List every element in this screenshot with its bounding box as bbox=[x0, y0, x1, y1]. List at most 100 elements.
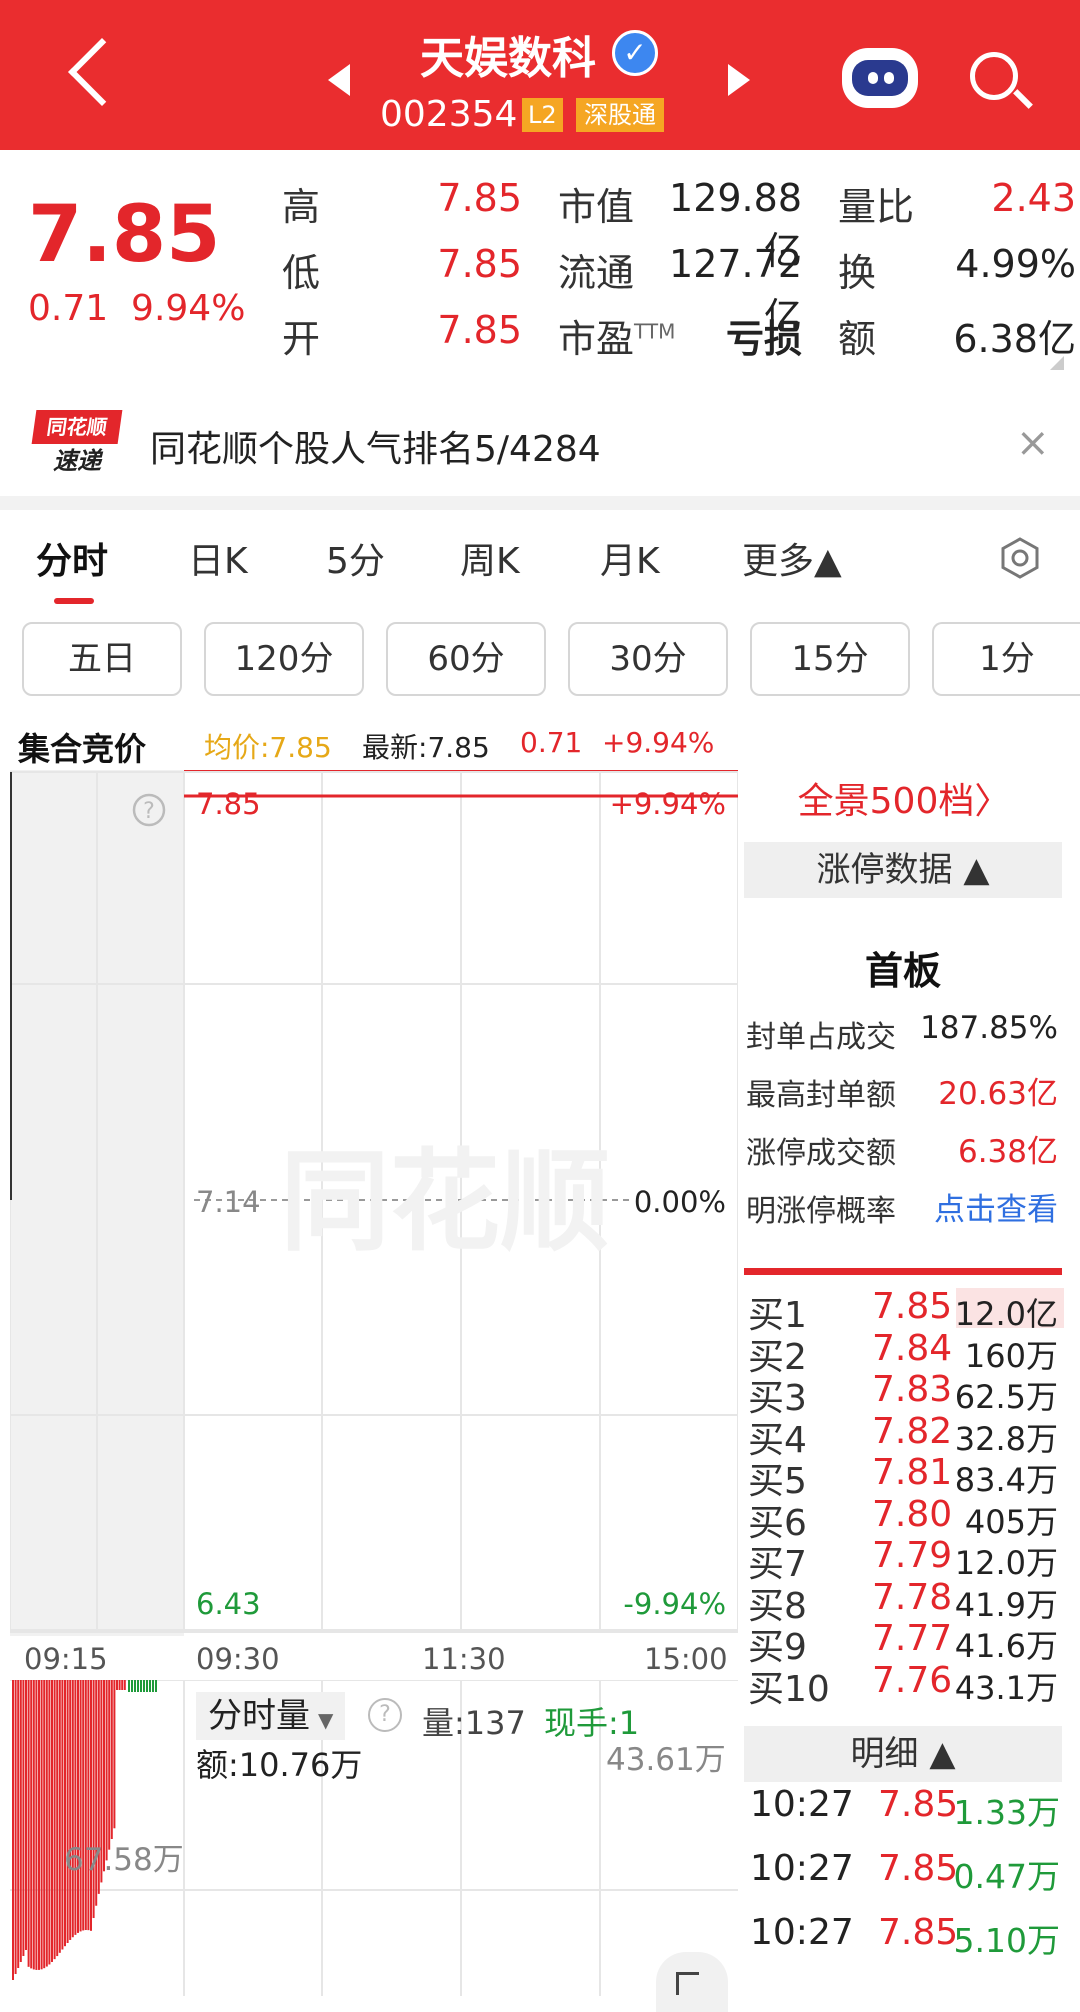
fullscreen-button[interactable] bbox=[656, 1952, 728, 2012]
tab-intraday[interactable]: 分时 bbox=[36, 532, 108, 584]
connect-badge: 深股通 bbox=[576, 98, 664, 132]
help-icon-glyph: ? bbox=[143, 799, 155, 824]
auction-volume-bars bbox=[12, 1680, 157, 1980]
bar-change-value: 0.71 bbox=[520, 726, 583, 759]
quote-label-mktcap: 市值 bbox=[558, 185, 635, 229]
check-probability-link[interactable]: 点击查看 bbox=[934, 1184, 1058, 1229]
auction-volume-bar bbox=[27, 1680, 30, 1967]
stat-value: 6.38亿 bbox=[957, 1134, 1058, 1170]
back-arrow-icon[interactable] bbox=[68, 38, 136, 106]
bid-volume: 32.8万 bbox=[954, 1419, 1058, 1458]
tab-monthly-k[interactable]: 月K bbox=[600, 532, 660, 584]
quote-value-high: 7.85 bbox=[437, 176, 522, 220]
bid-price: 7.83 bbox=[872, 1369, 953, 1410]
period-120min-button[interactable]: 120分 bbox=[204, 622, 364, 696]
panorama-500-link[interactable]: 全景500档〉 bbox=[746, 772, 1062, 828]
detail-volume: 0.47万 bbox=[953, 1857, 1060, 1896]
detail-time: 10:27 bbox=[750, 1912, 854, 1953]
volume-type-label: 分时量 bbox=[208, 1696, 310, 1736]
period-15min-button[interactable]: 15分 bbox=[750, 622, 910, 696]
quote-label-volratio: 量比 bbox=[838, 185, 915, 229]
period-60min-button[interactable]: 60分 bbox=[386, 622, 546, 696]
watermark-text: 同花顺 bbox=[280, 1138, 610, 1266]
y-label-top-price: 7.85 bbox=[196, 787, 261, 821]
close-icon[interactable]: × bbox=[1016, 420, 1050, 466]
bid-price: 7.84 bbox=[872, 1327, 953, 1369]
auction-volume-bar bbox=[71, 1680, 74, 1938]
quote-label-low: 低 bbox=[282, 251, 321, 295]
period-1min-button[interactable]: 1分 bbox=[932, 622, 1080, 696]
period-30min-button[interactable]: 30分 bbox=[568, 622, 728, 696]
bid-price: 7.81 bbox=[872, 1452, 953, 1493]
auction-volume-bar bbox=[35, 1680, 38, 1970]
bid-volume: 43.1万 bbox=[954, 1668, 1058, 1707]
quote-value-pe: 亏损 bbox=[725, 317, 802, 361]
auction-volume-bar bbox=[121, 1680, 124, 1690]
next-stock-icon[interactable] bbox=[728, 64, 750, 96]
assistant-robot-icon[interactable] bbox=[842, 48, 918, 108]
x-label-1130: 11:30 bbox=[422, 1642, 506, 1676]
tab-5min[interactable]: 5分 bbox=[326, 532, 385, 584]
bid-volume: 12.0万 bbox=[954, 1544, 1058, 1582]
auction-volume-bar-green bbox=[137, 1680, 139, 1692]
bid-price: 7.77 bbox=[872, 1618, 953, 1659]
quote-value-open: 7.85 bbox=[437, 308, 522, 352]
search-icon-handle bbox=[1013, 89, 1033, 109]
quote-label-float: 流通 bbox=[558, 251, 635, 295]
auction-volume-bar bbox=[48, 1680, 51, 1965]
y-label-bottom-price: 6.43 bbox=[196, 1587, 261, 1621]
tab-more[interactable]: 更多▲ bbox=[742, 532, 842, 584]
detail-price: 7.85 bbox=[878, 1784, 959, 1825]
bid-price: 7.76 bbox=[872, 1659, 953, 1701]
stat-label: 最高封单额 bbox=[746, 1078, 896, 1113]
logo-bottom-text: 速递 bbox=[53, 447, 101, 475]
stock-name: 天娱数科 bbox=[420, 33, 596, 84]
auction-volume-bar-green bbox=[131, 1680, 133, 1692]
popularity-rank-text[interactable]: 同花顺个股人气排名5/4284 bbox=[150, 420, 601, 472]
prev-stock-icon[interactable] bbox=[328, 64, 350, 96]
latest-label: 最新: bbox=[362, 731, 428, 764]
y-label-mid-percent: 0.00% bbox=[634, 1185, 726, 1219]
volume-type-dropdown[interactable]: 分时量 ▼ bbox=[196, 1692, 346, 1740]
auction-volume-bar bbox=[79, 1680, 82, 1932]
auction-volume-bar bbox=[61, 1680, 64, 1950]
quote-value-volratio: 2.43 bbox=[991, 176, 1076, 220]
auction-volume-bar bbox=[66, 1680, 69, 1943]
active-tab-indicator bbox=[54, 598, 94, 604]
x-label-1500: 15:00 bbox=[644, 1642, 728, 1676]
y-label-bottom-percent: -9.94% bbox=[623, 1587, 726, 1621]
auction-volume-bar bbox=[17, 1680, 20, 1968]
bid-volume: 41.6万 bbox=[954, 1627, 1058, 1665]
detail-time: 10:27 bbox=[750, 1848, 854, 1889]
detail-toggle[interactable]: 明细 ▲ bbox=[744, 1726, 1062, 1782]
detail-volume: 1.33万 bbox=[953, 1793, 1060, 1832]
bid-volume: 62.5万 bbox=[954, 1378, 1058, 1416]
limit-up-data-toggle[interactable]: 涨停数据 ▲ bbox=[744, 842, 1062, 898]
search-icon[interactable] bbox=[970, 52, 1018, 100]
auction-volume-bar bbox=[69, 1680, 72, 1940]
volume-amount-text: 量:137 bbox=[422, 1704, 526, 1742]
expand-corner-icon[interactable] bbox=[1050, 356, 1064, 370]
period-5day-button[interactable]: 五日 bbox=[22, 622, 182, 696]
quote-value-low: 7.85 bbox=[437, 242, 522, 286]
auction-volume-bar bbox=[108, 1680, 111, 1850]
auction-volume-bar bbox=[110, 1680, 113, 1840]
auction-volume-bar bbox=[77, 1680, 79, 1933]
tab-daily-k[interactable]: 日K bbox=[188, 532, 248, 584]
avg-price-text: 均价:7.85 bbox=[204, 731, 332, 764]
app-header: 天娱数科 ✓ 002354 L2 深股通 bbox=[0, 0, 1080, 150]
settings-hexagon-icon[interactable] bbox=[998, 536, 1042, 580]
volume-help-icon[interactable]: ? bbox=[368, 1698, 402, 1732]
auction-volume-bar bbox=[90, 1680, 92, 1931]
stock-code: 002354 bbox=[380, 94, 518, 135]
auction-volume-bar-green bbox=[146, 1680, 148, 1692]
auction-volume-bar bbox=[40, 1680, 43, 1970]
intraday-chart[interactable]: 同花顺 ? 7.85 +9.94% 7.14 0.00% 6.43 -9.94% bbox=[10, 770, 738, 1636]
auction-volume-bar bbox=[19, 1680, 22, 1962]
robot-eye bbox=[884, 72, 894, 84]
turnover-amount-text: 额:10.76万 bbox=[196, 1746, 363, 1784]
auction-volume-bar bbox=[87, 1680, 90, 1931]
auction-volume-bar-green bbox=[155, 1680, 157, 1692]
tab-weekly-k[interactable]: 周K bbox=[460, 532, 520, 584]
stat-value: 187.85% bbox=[920, 1010, 1058, 1046]
